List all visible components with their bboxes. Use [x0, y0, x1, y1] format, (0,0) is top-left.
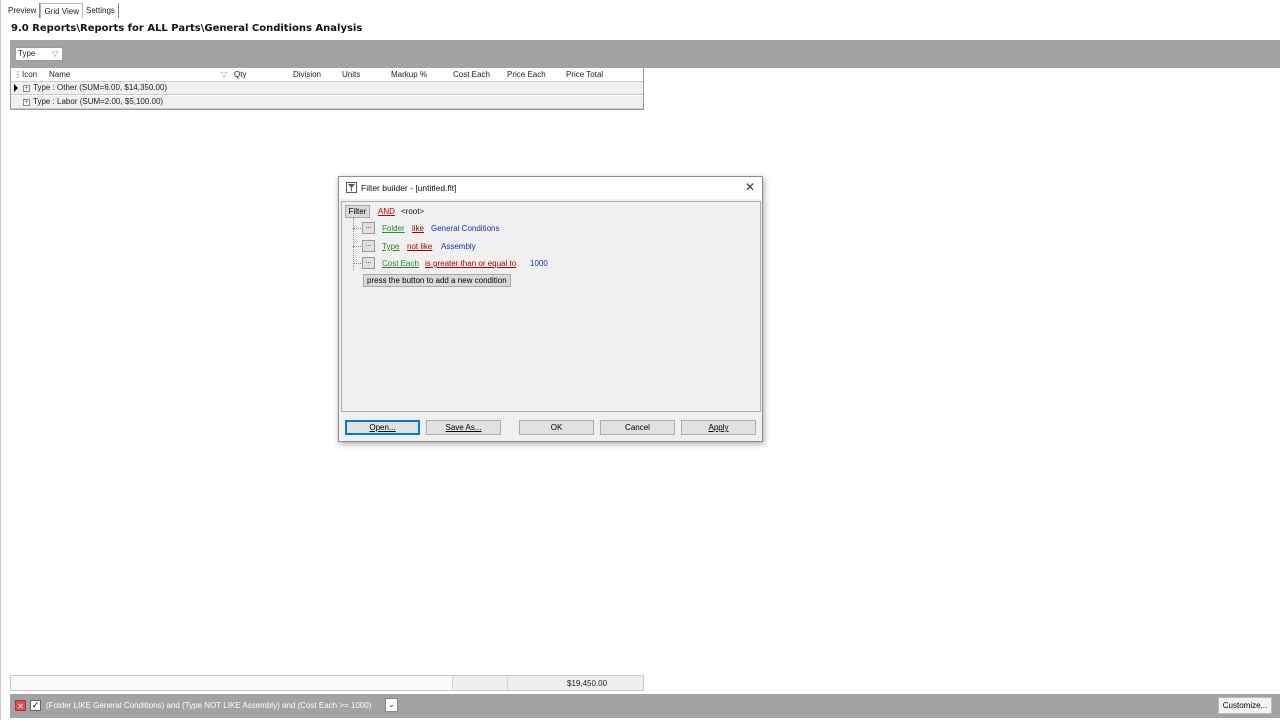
group-by-panel: Type ▽: [10, 40, 1280, 68]
apply-button[interactable]: Apply: [681, 420, 756, 435]
condition-value[interactable]: Assembly: [441, 242, 476, 251]
column-header-markup[interactable]: Markup %: [391, 70, 427, 79]
name-filter-icon[interactable]: ▽: [221, 70, 227, 79]
column-header-division[interactable]: Division: [293, 70, 321, 79]
tab-settings[interactable]: Settings: [83, 3, 119, 18]
dialog-title: Filter builder - [untitled.flt]: [361, 183, 457, 193]
column-header-icon[interactable]: Icon: [22, 70, 37, 79]
column-header-cost-each[interactable]: Cost Each: [453, 70, 490, 79]
customize-button[interactable]: Customize...: [1218, 697, 1272, 714]
save-as-button[interactable]: Save As...: [426, 420, 501, 435]
root-label: <root>: [401, 207, 425, 216]
data-grid: ⋮ Icon Name ▽ Qty Division Units Markup …: [10, 68, 644, 110]
column-header-qty[interactable]: Qty: [234, 70, 246, 79]
condition-row: ... Type not like Assembly: [362, 240, 722, 253]
condition-operator[interactable]: not like: [407, 242, 432, 251]
group-row-label: Type : Labor (SUM=2.00, $5,100.00): [33, 97, 164, 106]
group-chip-type[interactable]: Type ▽: [15, 47, 63, 61]
column-header-name[interactable]: Name: [49, 70, 70, 79]
tree-connector: [353, 263, 361, 264]
tab-grid-view[interactable]: Grid View: [40, 3, 83, 18]
condition-menu-button[interactable]: ...: [362, 257, 375, 269]
filter-builder-icon: [346, 182, 357, 193]
condition-operator[interactable]: is greater than or equal to: [425, 259, 516, 268]
group-row-label: Type : Other (SUM=6.00, $14,350.00): [33, 83, 168, 92]
filter-enable-checkbox[interactable]: ✓: [30, 700, 41, 711]
cancel-button[interactable]: Cancel: [600, 420, 675, 435]
column-header-price-each[interactable]: Price Each: [507, 70, 546, 79]
condition-field[interactable]: Cost Each: [382, 259, 419, 268]
column-chooser-icon[interactable]: ⋮: [14, 70, 22, 79]
app-window: Preview Grid View Settings 9.0 Reports\R…: [0, 0, 1280, 720]
row-indicator-icon: [14, 84, 18, 92]
tab-preview[interactable]: Preview: [5, 3, 41, 18]
condition-row: ... Folder like General Conditions: [362, 222, 722, 235]
group-row[interactable]: + Type : Other (SUM=6.00, $14,350.00): [11, 82, 643, 95]
condition-field[interactable]: Type: [382, 242, 399, 251]
open-button[interactable]: Open...: [345, 420, 420, 435]
group-row[interactable]: + Type : Labor (SUM=2.00, $5,100.00): [11, 96, 643, 109]
add-condition-button[interactable]: press the button to add a new condition: [363, 274, 511, 287]
group-chip-label: Type: [18, 49, 36, 58]
filter-builder-dialog: Filter builder - [untitled.flt] ✕ Filter…: [338, 176, 763, 442]
filter-tree: Filter AND <root> ... Folder like Genera…: [341, 201, 761, 412]
footer-cell-cost-each: [452, 676, 507, 690]
footer-price-total: $19,450.00: [567, 679, 608, 688]
group-operator-link[interactable]: AND: [378, 207, 395, 216]
column-header-price-total[interactable]: Price Total: [566, 70, 603, 79]
ok-button[interactable]: OK: [519, 420, 594, 435]
column-header-units[interactable]: Units: [342, 70, 360, 79]
condition-operator[interactable]: like: [412, 224, 424, 233]
clear-filter-button[interactable]: ✕: [15, 700, 26, 711]
close-icon[interactable]: ✕: [745, 180, 755, 194]
condition-row: ... Cost Each is greater than or equal t…: [362, 257, 722, 270]
grid-header: ⋮ Icon Name ▽ Qty Division Units Markup …: [11, 68, 643, 82]
condition-field[interactable]: Folder: [382, 224, 405, 233]
filter-root-button[interactable]: Filter: [345, 205, 370, 218]
expand-icon[interactable]: +: [23, 99, 30, 106]
condition-menu-button[interactable]: ...: [362, 240, 375, 252]
grid-footer-summary: $19,450.00: [10, 675, 644, 691]
filter-expression[interactable]: (Folder LIKE General Conditions) and (Ty…: [46, 701, 371, 710]
filter-panel: ✕ ✓ (Folder LIKE General Conditions) and…: [10, 694, 1280, 718]
filter-dropdown-button[interactable]: ⌄: [385, 698, 398, 712]
condition-value[interactable]: 1000: [530, 259, 548, 268]
tree-connector: [353, 228, 361, 229]
report-title: 9.0 Reports\Reports for ALL Parts\Genera…: [11, 23, 363, 34]
tree-connector: [353, 246, 361, 247]
filter-icon[interactable]: ▽: [52, 48, 58, 60]
expand-icon[interactable]: +: [23, 85, 30, 92]
dialog-titlebar[interactable]: Filter builder - [untitled.flt] ✕: [339, 177, 762, 199]
condition-menu-button[interactable]: ...: [362, 222, 375, 234]
view-tabs: Preview Grid View Settings: [5, 3, 119, 18]
condition-value[interactable]: General Conditions: [431, 224, 499, 233]
